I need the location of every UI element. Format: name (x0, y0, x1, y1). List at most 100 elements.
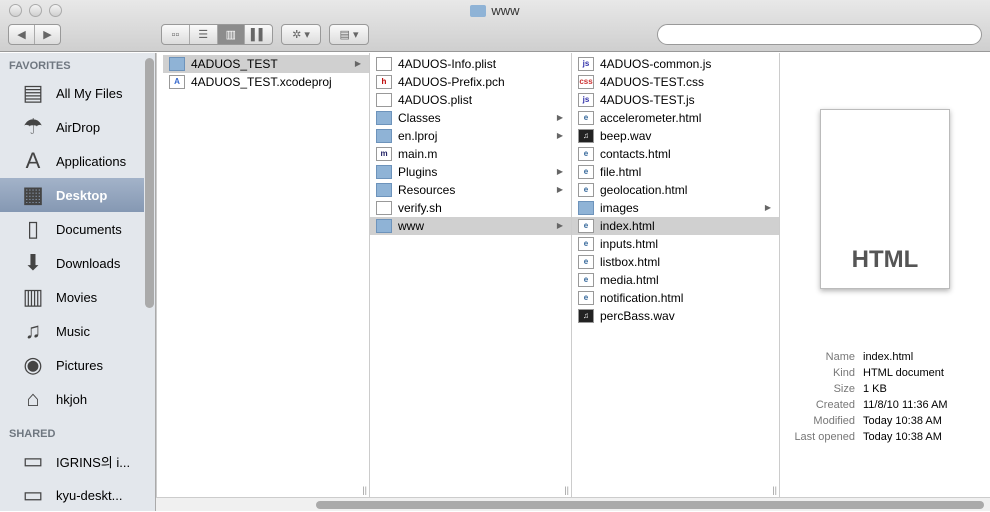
file-name: 4ADUOS-Prefix.pch (398, 75, 505, 89)
computer-icon: ▭ (22, 448, 44, 473)
list-item[interactable]: e inputs.html (572, 235, 779, 253)
file-name: en.lproj (398, 129, 438, 143)
list-item[interactable]: js 4ADUOS-common.js (572, 55, 779, 73)
sidebar: FAVORITES ▤ All My Files ☂ AirDrop A Applicati… (0, 53, 156, 511)
favorites-header: FAVORITES (9, 60, 71, 72)
sidebar-item-shared[interactable]: ▭ IGRINS의 i... (0, 444, 144, 478)
html-file-icon: e (578, 237, 594, 251)
file-name: verify.sh (398, 201, 442, 215)
file-name: accelerometer.html (600, 111, 702, 125)
folder-icon (376, 183, 392, 197)
column-resize-handle[interactable]: || (362, 485, 367, 495)
arrange-menu-button[interactable]: ▤ ▾ (329, 24, 369, 45)
list-item[interactable]: e contacts.html (572, 145, 779, 163)
sidebar-item-downloads[interactable]: ⬇ Downloads (0, 246, 144, 280)
column-resize-handle[interactable]: || (564, 485, 569, 495)
sidebar-item-applications[interactable]: A Applications (0, 144, 144, 178)
wav-file-icon: ♫ (578, 309, 594, 323)
info-row-last-opened: Last opened Today 10:38 AM (780, 431, 990, 443)
html-file-icon: e (578, 219, 594, 233)
file-file-icon (376, 93, 392, 107)
sidebar-item-movies[interactable]: ▥ Movies (0, 280, 144, 314)
sidebar-item-label: Pictures (56, 357, 103, 373)
list-item[interactable]: e index.html (572, 217, 779, 235)
sidebar-item-all-my-files[interactable]: ▤ All My Files (0, 76, 144, 110)
action-menu-button[interactable]: ✲ ▾ (281, 24, 321, 45)
info-label: Kind (832, 367, 855, 379)
list-item[interactable]: images ▶ (572, 199, 779, 217)
html-document-thumbnail: HTML (820, 109, 950, 289)
sidebar-scrollbar[interactable] (145, 58, 154, 308)
file-name: 4ADUOS-common.js (600, 57, 712, 71)
list-item[interactable]: Plugins ▶ (370, 163, 571, 181)
horizontal-scrollbar[interactable] (156, 497, 990, 511)
chevron-right-icon: ▶ (556, 113, 563, 122)
sidebar-item-airdrop[interactable]: ☂ AirDrop (0, 110, 144, 144)
sidebar-item-label: hkjoh (56, 391, 88, 407)
sidebar-item-shared[interactable]: ▭ kyu-deskt... (0, 478, 144, 512)
file-name: beep.wav (600, 129, 652, 143)
m-file-icon: m (376, 147, 392, 161)
file-name: 4ADUOS.plist (398, 93, 473, 107)
xcodeproj-file-icon: A (169, 75, 185, 89)
sidebar-item-label: kyu-deskt... (56, 487, 123, 503)
window-title: www (0, 3, 990, 18)
computer-icon: ▭ (22, 482, 44, 507)
list-item[interactable]: e geolocation.html (572, 181, 779, 199)
file-name: 4ADUOS-Info.plist (398, 57, 497, 71)
list-item[interactable]: e notification.html (572, 289, 779, 307)
column-resize-handle[interactable]: || (772, 485, 777, 495)
coverflow-view-button[interactable]: ▌▌ (245, 25, 272, 44)
list-item[interactable]: Resources ▶ (370, 181, 571, 199)
html-file-icon: e (578, 291, 594, 305)
search-input[interactable] (657, 24, 982, 45)
list-item[interactable]: ♫ beep.wav (572, 127, 779, 145)
info-row-kind: Kind HTML document (780, 367, 990, 379)
html-file-icon: e (578, 147, 594, 161)
chevron-right-icon: ▶ (354, 59, 361, 68)
sidebar-item-label: Music (56, 323, 90, 339)
list-item[interactable]: css 4ADUOS-TEST.css (572, 73, 779, 91)
sidebar-item-label: IGRINS의 i... (56, 454, 131, 470)
folder-icon (578, 201, 594, 215)
list-item[interactable]: m main.m (370, 145, 571, 163)
pictures-icon: ◉ (23, 352, 43, 377)
scrollbar-thumb[interactable] (316, 501, 984, 509)
sidebar-item-pictures[interactable]: ◉ Pictures (0, 348, 144, 382)
back-button[interactable]: ◀ (9, 25, 35, 44)
list-item[interactable]: en.lproj ▶ (370, 127, 571, 145)
column-view-button[interactable]: ▥ (217, 25, 246, 44)
list-item[interactable]: A 4ADUOS_TEST.xcodeproj (163, 73, 369, 91)
list-item[interactable]: e accelerometer.html (572, 109, 779, 127)
list-item[interactable]: h 4ADUOS-Prefix.pch (370, 73, 571, 91)
sidebar-item-label: All My Files (56, 85, 123, 101)
js-file-icon: js (578, 93, 594, 107)
list-item[interactable]: 4ADUOS.plist (370, 91, 571, 109)
list-item[interactable]: e file.html (572, 163, 779, 181)
list-item[interactable]: www ▶ (370, 217, 571, 235)
sidebar-item-documents[interactable]: ▯ Documents (0, 212, 144, 246)
sidebar-item-music[interactable]: ♫ Music (0, 314, 144, 348)
list-view-button[interactable]: ☰ (190, 25, 218, 44)
list-item[interactable]: js 4ADUOS-TEST.js (572, 91, 779, 109)
home-icon: ⌂ (26, 386, 40, 411)
info-row-size: Size 1 KB (780, 383, 990, 395)
arrange-icon: ▤ ▾ (339, 29, 359, 41)
folder-icon (169, 57, 185, 71)
info-value: index.html (863, 351, 914, 363)
forward-button[interactable]: ▶ (35, 25, 60, 44)
icon-view-button[interactable]: ▫▫ (162, 25, 190, 44)
info-value: HTML document (863, 367, 944, 379)
list-item[interactable]: ♫ percBass.wav (572, 307, 779, 325)
list-item[interactable]: e media.html (572, 271, 779, 289)
sidebar-item-desktop[interactable]: ▦ Desktop (0, 178, 144, 212)
sidebar-item-hkjoh[interactable]: ⌂ hkjoh (0, 382, 144, 416)
wav-file-icon: ♫ (578, 129, 594, 143)
chevron-right-icon: ▶ (556, 185, 563, 194)
list-item[interactable]: verify.sh (370, 199, 571, 217)
back-forward-control: ◀ ▶ (8, 24, 61, 45)
list-item[interactable]: e listbox.html (572, 253, 779, 271)
list-item[interactable]: 4ADUOS_TEST ▶ (163, 55, 369, 73)
list-item[interactable]: 4ADUOS-Info.plist (370, 55, 571, 73)
list-item[interactable]: Classes ▶ (370, 109, 571, 127)
